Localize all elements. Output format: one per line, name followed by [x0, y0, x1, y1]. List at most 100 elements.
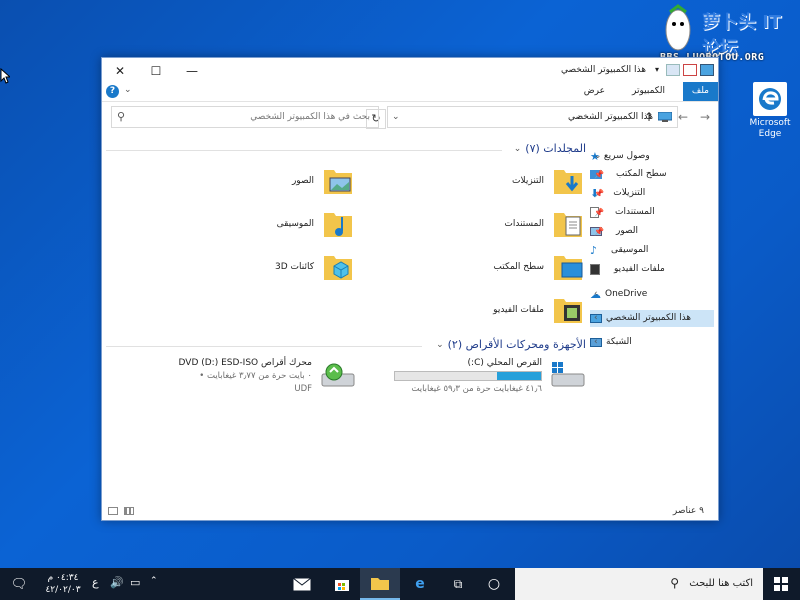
- nav-documents[interactable]: المستندات 📌: [590, 204, 714, 221]
- qat-dropdown-icon[interactable]: ▾: [655, 64, 663, 76]
- videos-folder-icon: [554, 299, 582, 323]
- folder-label: ملفات الفيديو: [493, 305, 544, 315]
- nav-music-label: الموسيقى: [611, 245, 649, 255]
- item-count: ٩ عناصر: [672, 506, 704, 516]
- expand-chevron-icon[interactable]: ›: [594, 286, 598, 303]
- search-input[interactable]: ⚲ بحث في هذا الكمبيوتر الشخصي: [111, 106, 379, 128]
- folder-label: سطح المكتب: [493, 262, 544, 272]
- pin-icon[interactable]: 📌: [594, 166, 604, 183]
- address-dropdown-icon[interactable]: ⌄: [392, 112, 400, 122]
- edge-taskbar-icon[interactable]: e: [400, 568, 440, 600]
- ribbon-tabs: ? ⌄ ملف الكمبيوتر عرض: [102, 82, 718, 102]
- clock-date: ٤٢/٠٢/٠٣: [45, 585, 81, 595]
- clock-time: ٠٤:٣٤ م: [47, 573, 79, 583]
- tab-computer[interactable]: الكمبيوتر: [623, 82, 674, 101]
- nav-desktop-label: سطح المكتب: [616, 169, 667, 179]
- nav-quick-access[interactable]: ★ وصول سريع ⌄: [590, 148, 714, 165]
- clock[interactable]: ٠٤:٣٤ م ٤٢/٠٢/٠٣: [40, 572, 86, 596]
- address-field[interactable]: › هذا الكمبيوتر الشخصي ⌄ ↻: [366, 106, 678, 129]
- network-status-icon[interactable]: ▭: [130, 576, 140, 589]
- task-view-icon[interactable]: ⧉: [438, 568, 478, 600]
- folder-item-downloads[interactable]: التنزيلات: [356, 164, 586, 204]
- drive-c-usage-fill: [497, 372, 541, 380]
- divider: [106, 346, 422, 347]
- navigation-pane: ★ وصول سريع ⌄ سطح المكتب 📌 ⬇ التنزيلات 📌…: [590, 134, 718, 499]
- window-title: هذا الكمبيوتر الشخصي: [560, 65, 646, 75]
- maximize-button[interactable]: ☐: [138, 58, 174, 84]
- tab-view[interactable]: عرض: [575, 82, 614, 101]
- folder-item-pictures[interactable]: الصور: [126, 164, 356, 204]
- qat-folder-icon[interactable]: [666, 64, 680, 76]
- folders-header-label: المجلدات (٧): [525, 142, 586, 155]
- tab-file[interactable]: ملف: [682, 82, 718, 101]
- drive-c-name: القرص المحلي (C:): [467, 358, 542, 368]
- expand-chevron-icon[interactable]: ›: [594, 310, 598, 327]
- minimize-button[interactable]: —: [174, 58, 210, 84]
- collapse-chevron-icon[interactable]: ⌄: [436, 340, 444, 350]
- start-button[interactable]: [762, 568, 800, 600]
- window-pc-icon: [700, 64, 714, 76]
- mouse-cursor-icon: [0, 68, 10, 84]
- show-hidden-icons-chevron-icon[interactable]: ⌃: [150, 576, 158, 586]
- taskbar-search-box[interactable]: اكتب هنا للبحث ⚲: [515, 568, 763, 600]
- nav-desktop[interactable]: سطح المكتب 📌: [590, 166, 714, 183]
- nav-network[interactable]: الشبكة ›: [590, 334, 714, 351]
- folder-item-3d-objects[interactable]: كائنات 3D: [126, 250, 356, 290]
- expand-chevron-icon[interactable]: ⌄: [594, 148, 602, 165]
- taskbar: 🗨 ٠٤:٣٤ م ٤٢/٠٢/٠٣ ع 🔊 ▭ ⌃ e ⧉ ○ اكتب هن…: [0, 568, 800, 600]
- mail-icon[interactable]: [282, 568, 322, 600]
- expand-chevron-icon[interactable]: ›: [594, 334, 598, 351]
- drives-group-header[interactable]: ⌄ الأجهزة ومحركات الأقراص (٢): [436, 338, 586, 351]
- drives-header-label: الأجهزة ومحركات الأقراص (٢): [447, 338, 586, 351]
- folder-item-documents[interactable]: المستندات: [356, 207, 586, 247]
- file-explorer-icon[interactable]: [360, 568, 400, 600]
- action-center-icon[interactable]: 🗨: [0, 568, 38, 600]
- drive-d-free-row: ٠ بايت حرة من ٣٫٧٧ غيغابايت •: [199, 371, 312, 381]
- forward-arrow-icon[interactable]: ←: [678, 110, 688, 124]
- music-icon: ♪: [590, 244, 598, 257]
- help-icon[interactable]: ?: [106, 85, 119, 98]
- nav-downloads[interactable]: ⬇ التنزيلات 📌: [590, 185, 714, 202]
- pin-icon[interactable]: 📌: [594, 185, 604, 202]
- taskbar-search-placeholder: اكتب هنا للبحث: [689, 578, 753, 589]
- nav-pictures[interactable]: الصور 📌: [590, 223, 714, 240]
- pin-icon[interactable]: 📌: [594, 223, 604, 240]
- qat-properties-icon[interactable]: [683, 64, 697, 76]
- quick-access-toolbar: ▾: [655, 64, 714, 76]
- folders-group-header[interactable]: ⌄ المجلدات (٧): [514, 142, 586, 155]
- volume-icon[interactable]: 🔊: [110, 576, 124, 589]
- nav-onedrive[interactable]: ☁ OneDrive ›: [590, 286, 714, 303]
- back-arrow-icon[interactable]: →: [700, 110, 710, 124]
- collapse-chevron-icon[interactable]: ⌄: [514, 144, 522, 154]
- desktop-edge-shortcut[interactable]: Microsoft Edge: [740, 82, 800, 152]
- drive-d-item[interactable]: محرك أقراص DVD (D:) ESD-ISO ٠ بايت حرة م…: [126, 358, 356, 398]
- desktop-folder-icon: [554, 256, 583, 280]
- nav-onedrive-label: OneDrive: [605, 289, 648, 299]
- dvd-drive-icon: [321, 363, 355, 387]
- nav-videos[interactable]: ملفات الفيديو: [590, 261, 714, 278]
- drive-d-free: ٠ بايت حرة من ٣٫٧٧ غيغابايت: [206, 371, 312, 381]
- folder-label: الصور: [291, 176, 314, 186]
- large-icons-view-icon[interactable]: [124, 507, 134, 515]
- cortana-icon[interactable]: ○: [474, 568, 514, 600]
- nav-network-label: الشبكة: [606, 337, 632, 347]
- details-view-icon[interactable]: [108, 507, 118, 515]
- windows-logo-icon: [774, 577, 788, 591]
- folder-item-desktop[interactable]: سطح المكتب: [356, 250, 586, 290]
- nav-music[interactable]: ♪ الموسيقى: [590, 242, 714, 259]
- ribbon-expand-chevron-icon[interactable]: ⌄: [124, 85, 132, 95]
- pin-icon[interactable]: 📌: [594, 204, 604, 221]
- language-indicator[interactable]: ع: [92, 576, 99, 589]
- nav-this-pc[interactable]: هذا الكمبيوتر الشخصي ›: [590, 310, 714, 327]
- store-icon[interactable]: [322, 568, 362, 600]
- close-button[interactable]: ✕: [102, 58, 138, 84]
- drive-c-usage-bar: [394, 371, 542, 381]
- title-bar: ✕ ☐ — هذا الكمبيوتر الشخصي ▾: [102, 58, 718, 84]
- search-placeholder: بحث في هذا الكمبيوتر الشخصي: [250, 112, 370, 122]
- videos-icon: [590, 264, 600, 275]
- folder-item-music[interactable]: الموسيقى: [126, 207, 356, 247]
- nav-downloads-label: التنزيلات: [613, 188, 646, 198]
- drive-c-item[interactable]: القرص المحلي (C:) ٤١٫٦ غيغابايت حرة من ٥…: [356, 358, 586, 398]
- folder-label: كائنات 3D: [275, 262, 314, 272]
- folder-item-videos[interactable]: ملفات الفيديو: [356, 293, 586, 333]
